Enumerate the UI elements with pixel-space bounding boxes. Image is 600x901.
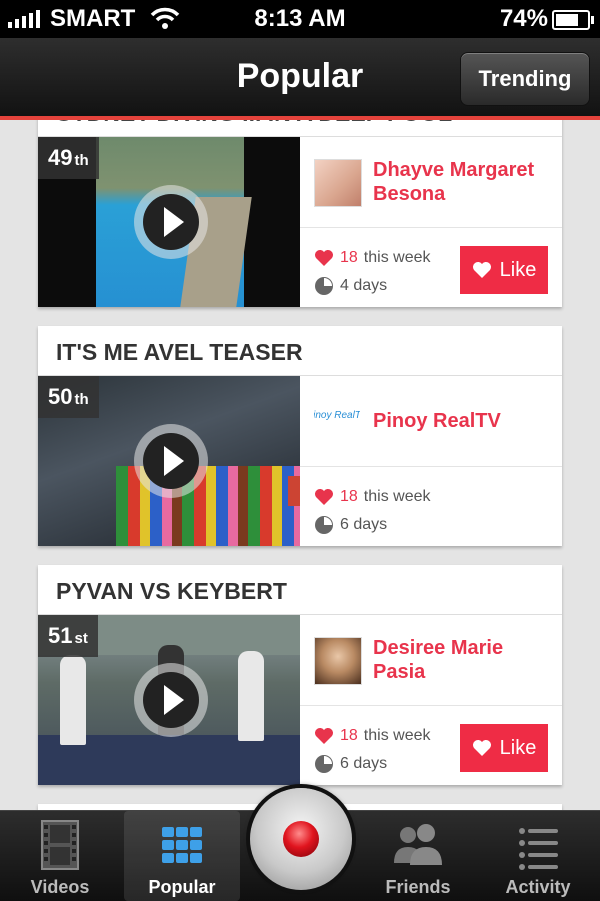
- avatar[interactable]: [314, 637, 362, 685]
- tab-videos[interactable]: Videos: [2, 811, 118, 901]
- video-title: IT'S ME AVEL TEASER: [38, 326, 562, 376]
- uploader-name[interactable]: Desiree Marie Pasia: [373, 615, 553, 705]
- nav-bar: Popular Trending: [0, 38, 600, 116]
- tab-activity[interactable]: Activity: [480, 811, 596, 901]
- trending-button[interactable]: Trending: [460, 52, 590, 106]
- svg-text:Pinoy RealTV: Pinoy RealTV: [314, 410, 360, 421]
- video-card: SYDNEY DIVING ... IN A DEEP POOL 49th Dh…: [38, 120, 562, 307]
- record-icon: [283, 821, 319, 857]
- age-stat: 4 days: [314, 276, 387, 296]
- like-button[interactable]: Like: [460, 246, 548, 294]
- likes-stat: 18 this week: [314, 488, 431, 506]
- video-thumbnail[interactable]: 49th: [38, 137, 300, 307]
- heart-icon: [315, 489, 333, 505]
- rank-badge: 51st: [38, 615, 98, 657]
- channel-logo: Pinoy RealTV: [314, 410, 360, 421]
- play-icon[interactable]: [134, 185, 208, 259]
- record-button[interactable]: [250, 788, 352, 890]
- avatar[interactable]: Pinoy RealTV: [314, 398, 360, 444]
- heart-icon: [472, 262, 491, 278]
- uploader-name[interactable]: Pinoy RealTV: [373, 376, 553, 466]
- play-icon[interactable]: [134, 663, 208, 737]
- film-icon: [41, 820, 79, 870]
- video-title: SYDNEY DIVING ... IN A DEEP POOL: [38, 120, 562, 137]
- age-stat: 6 days: [314, 754, 387, 774]
- avatar[interactable]: [314, 159, 362, 207]
- uploader-row[interactable]: Dhayve Margaret Besona: [300, 137, 562, 228]
- video-card: IT'S ME AVEL TEASER 50th Pinoy RealTV Pi…: [38, 326, 562, 546]
- battery-percent: 74%: [499, 5, 548, 32]
- age-stat: 6 days: [314, 515, 387, 535]
- clock-icon: [315, 277, 333, 295]
- rank-badge: 50th: [38, 376, 99, 418]
- likes-stat: 18 this week: [314, 249, 431, 267]
- like-button[interactable]: Like: [460, 724, 548, 772]
- video-feed[interactable]: SYDNEY DIVING ... IN A DEEP POOL 49th Dh…: [0, 120, 600, 810]
- tab-popular[interactable]: Popular: [124, 811, 240, 901]
- video-thumbnail[interactable]: 51st: [38, 615, 300, 785]
- video-title: PYVAN VS KEYBERT: [38, 565, 562, 615]
- play-icon[interactable]: [134, 424, 208, 498]
- uploader-name[interactable]: Dhayve Margaret Besona: [373, 137, 553, 227]
- heart-icon: [315, 250, 333, 266]
- likes-stat: 18 this week: [314, 727, 431, 745]
- heart-icon: [472, 740, 491, 756]
- heart-icon: [315, 728, 333, 744]
- status-bar: SMART 8:13 AM 74%: [0, 0, 600, 38]
- battery-icon: [552, 10, 594, 30]
- tab-friends[interactable]: Friends: [360, 811, 476, 901]
- clock-icon: [315, 516, 333, 534]
- uploader-row[interactable]: Pinoy RealTV Pinoy RealTV: [300, 376, 562, 467]
- uploader-row[interactable]: Desiree Marie Pasia: [300, 615, 562, 706]
- list-icon: [519, 828, 558, 870]
- clock-icon: [315, 755, 333, 773]
- rank-badge: 49th: [38, 137, 99, 179]
- video-card: PYVAN VS KEYBERT 51st Desiree Marie Pasi…: [38, 565, 562, 785]
- video-thumbnail[interactable]: 50th: [38, 376, 300, 546]
- friends-icon: [394, 824, 442, 865]
- grid-icon: [162, 827, 202, 863]
